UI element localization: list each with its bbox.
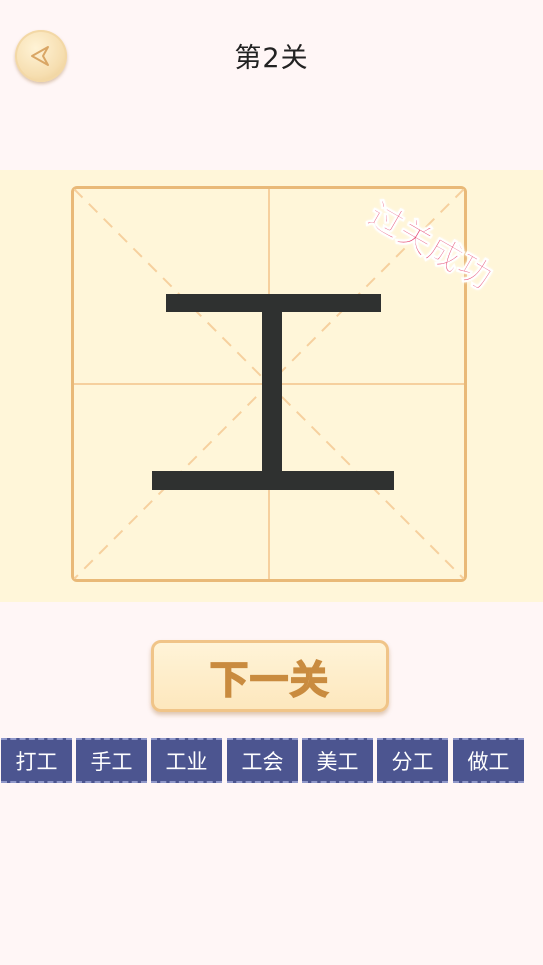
- word-tile[interactable]: 工业: [151, 738, 222, 783]
- next-level-button[interactable]: 下一关: [151, 640, 389, 712]
- word-list: 打工 手工 工业 工会 美工 分工 做工: [0, 738, 543, 783]
- next-level-label: 下一关: [209, 657, 330, 703]
- word-tile[interactable]: 做工: [453, 738, 524, 783]
- page-title: 第2关: [234, 43, 309, 74]
- word-tile[interactable]: 手工: [76, 738, 147, 783]
- header: 第2关: [0, 0, 543, 110]
- word-tile[interactable]: 美工: [302, 738, 373, 783]
- word-tile[interactable]: 工会: [227, 738, 298, 783]
- word-tile[interactable]: 分工: [377, 738, 448, 783]
- word-tile[interactable]: 打工: [1, 738, 72, 783]
